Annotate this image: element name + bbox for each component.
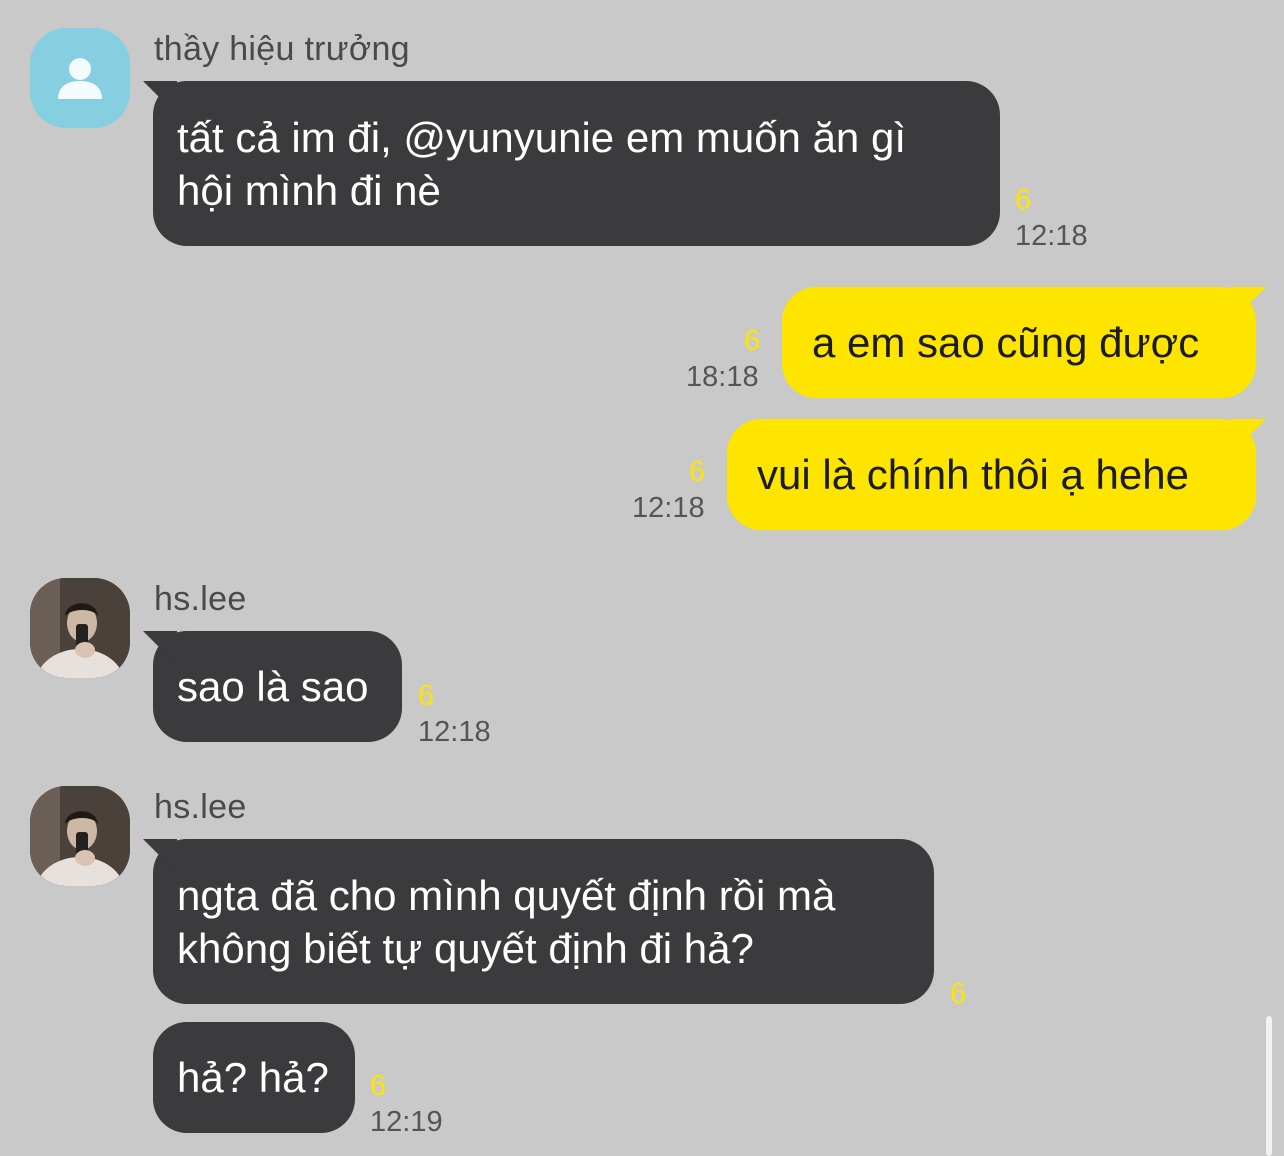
unread-count: 6 bbox=[950, 978, 967, 1010]
bubble-tail bbox=[143, 839, 177, 873]
sender-name: hs.lee bbox=[154, 788, 247, 826]
message-timestamp: 12:18 bbox=[418, 716, 491, 748]
bubble-tail bbox=[1232, 287, 1266, 321]
default-person-icon bbox=[58, 58, 102, 99]
avatar[interactable] bbox=[30, 578, 130, 678]
message-bubble[interactable]: a em sao cũng được bbox=[782, 287, 1266, 398]
message-bubble[interactable]: ngta đã cho mình quyết định rồi mà không… bbox=[143, 839, 934, 1004]
message-bubble[interactable]: tất cả im đi, @yunyunie em muốn ăn gì hộ… bbox=[143, 81, 1000, 246]
unread-count: 6 bbox=[1015, 184, 1032, 216]
message-timestamp: 18:18 bbox=[686, 361, 759, 393]
sender-name: hs.lee bbox=[154, 580, 247, 618]
bubble-tail bbox=[143, 81, 177, 115]
message-text-line: không biết tự quyết định đi hả? bbox=[177, 925, 754, 972]
bubble-tail bbox=[143, 631, 177, 665]
message-bubble[interactable]: vui là chính thôi ạ hehe bbox=[727, 419, 1266, 530]
profile-photo bbox=[30, 786, 130, 886]
bubble-tail bbox=[1232, 419, 1266, 453]
message-text-line: sao là sao bbox=[177, 663, 369, 710]
profile-photo bbox=[30, 578, 130, 678]
message-timestamp: 12:19 bbox=[370, 1106, 443, 1138]
message-bubble[interactable]: hả? hả? bbox=[153, 1022, 355, 1133]
message-text-line: a em sao cũng được bbox=[812, 319, 1200, 366]
scrollbar[interactable] bbox=[1266, 1016, 1272, 1156]
message-text-line: vui là chính thôi ạ hehe bbox=[757, 451, 1189, 498]
message-text-line: tất cả im đi, @yunyunie em muốn ăn gì bbox=[177, 114, 906, 161]
avatar[interactable] bbox=[30, 28, 130, 128]
message-text-line: ngta đã cho mình quyết định rồi mà bbox=[177, 872, 836, 919]
message-timestamp: 12:18 bbox=[632, 492, 705, 524]
unread-count: 6 bbox=[744, 325, 761, 357]
message-text-line: hả? hả? bbox=[177, 1054, 329, 1101]
message-timestamp: 12:18 bbox=[1015, 220, 1088, 252]
message-text-line: hội mình đi nè bbox=[177, 167, 441, 214]
unread-count: 6 bbox=[370, 1070, 387, 1102]
avatar[interactable] bbox=[30, 786, 130, 886]
unread-count: 6 bbox=[418, 680, 435, 712]
unread-count: 6 bbox=[689, 456, 706, 488]
sender-name: thầy hiệu trưởng bbox=[154, 30, 410, 68]
message-bubble[interactable]: sao là sao bbox=[143, 631, 402, 742]
